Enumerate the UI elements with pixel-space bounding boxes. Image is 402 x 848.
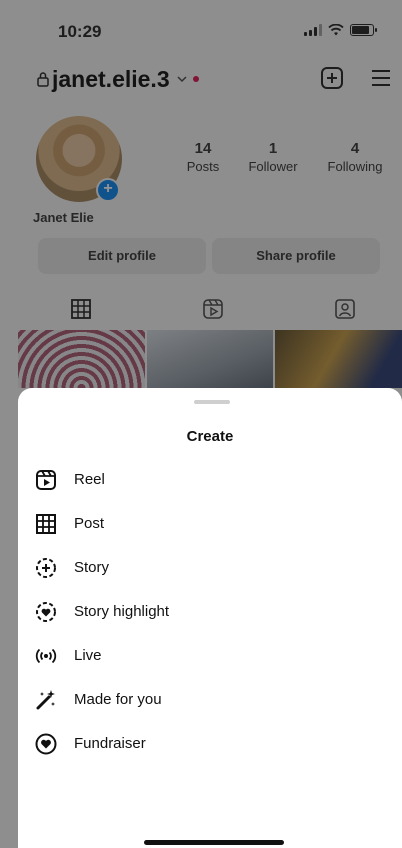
create-option-reel[interactable]: Reel: [18, 458, 402, 502]
fundraiser-icon: [35, 733, 57, 755]
create-option-live[interactable]: Live: [18, 634, 402, 678]
create-option-fundraiser[interactable]: Fundraiser: [18, 722, 402, 766]
create-option-label: Post: [74, 515, 105, 532]
create-option-label: Live: [74, 647, 102, 664]
create-option-label: Reel: [74, 471, 105, 488]
reel-icon: [36, 470, 56, 490]
create-option-label: Fundraiser: [74, 735, 146, 752]
create-option-label: Story highlight: [74, 603, 170, 620]
home-indicator[interactable]: [144, 840, 284, 845]
grid-icon: [36, 514, 56, 534]
create-option-post[interactable]: Post: [18, 502, 402, 546]
create-option-label: Story: [74, 559, 110, 576]
drag-handle[interactable]: [194, 400, 230, 404]
create-sheet: Create Reel Post Story Story highlight L…: [18, 388, 402, 848]
sheet-title: Create: [186, 428, 234, 445]
story-highlight-icon: [36, 602, 56, 622]
story-add-icon: [36, 558, 56, 578]
create-option-made-for-you[interactable]: Made for you: [18, 678, 402, 722]
create-option-story-highlight[interactable]: Story highlight: [18, 590, 402, 634]
create-option-story[interactable]: Story: [18, 546, 402, 590]
create-option-label: Made for you: [74, 691, 162, 708]
magic-wand-icon: [36, 690, 55, 710]
live-icon: [35, 648, 57, 664]
